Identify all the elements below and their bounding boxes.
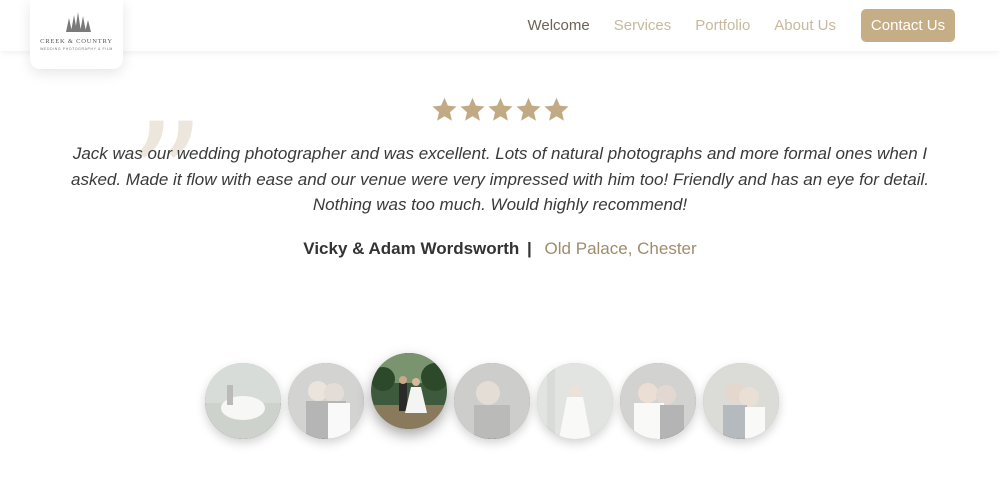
thumbnail-1[interactable]: [205, 363, 281, 439]
nav-about-us[interactable]: About Us: [774, 17, 836, 34]
thumbnail-6[interactable]: [620, 363, 696, 439]
thumbnail-3-active[interactable]: [371, 353, 447, 429]
pine-trees-icon: [65, 12, 91, 32]
logo[interactable]: CREEK & COUNTRY WEDDING PHOTOGRAPHY & FI…: [30, 0, 123, 69]
site-header: Welcome Services Portfolio About Us Cont…: [0, 0, 1000, 51]
nav-portfolio[interactable]: Portfolio: [695, 17, 750, 34]
thumbnail-2[interactable]: [288, 363, 364, 439]
author-name: Vicky & Adam Wordsworth: [303, 239, 520, 258]
nav-services[interactable]: Services: [614, 17, 672, 34]
star-icon: [431, 97, 457, 121]
thumbnail-7[interactable]: [703, 363, 779, 439]
star-icon: [515, 97, 541, 121]
contact-us-button[interactable]: Contact Us: [861, 9, 955, 42]
testimonial-quote: Jack was our wedding photographer and wa…: [71, 144, 929, 214]
thumbnail-5[interactable]: [537, 363, 613, 439]
brand-tagline: WEDDING PHOTOGRAPHY & FILM: [40, 47, 113, 51]
separator: |: [527, 239, 532, 258]
star-icon: [487, 97, 513, 121]
nav-welcome[interactable]: Welcome: [527, 17, 589, 34]
venue-name: Old Palace, Chester: [544, 239, 697, 258]
star-icon: [459, 97, 485, 121]
main-nav: Welcome Services Portfolio About Us Cont…: [527, 0, 1000, 51]
testimonial-author-line: Vicky & Adam Wordsworth | Old Palace, Ch…: [0, 239, 1000, 259]
star-icon: [543, 97, 569, 121]
brand-name: CREEK & COUNTRY: [40, 38, 113, 45]
thumbnail-4[interactable]: [454, 363, 530, 439]
